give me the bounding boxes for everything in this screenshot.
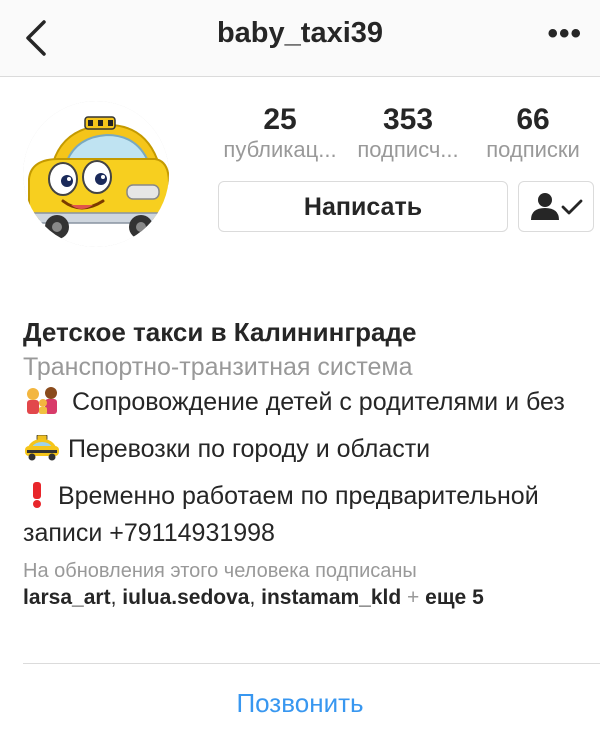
- taxi-emoji-icon: [23, 434, 61, 470]
- stat-followers-label: подписч...: [357, 137, 459, 162]
- message-button[interactable]: Написать: [218, 181, 508, 232]
- stat-followers[interactable]: 353 подписч...: [346, 103, 470, 163]
- profile-category[interactable]: Транспортно-транзитная система: [23, 348, 593, 386]
- stat-following-label: подписки: [486, 137, 580, 162]
- profile-header: baby_taxi39 •••: [0, 0, 600, 77]
- call-button[interactable]: Позвонить: [0, 688, 600, 719]
- bio-line-escort-text: Сопровождение детей с родителями и без: [71, 388, 565, 416]
- stat-followers-count: 353: [382, 103, 434, 136]
- followed-user-3[interactable]: instamam_kld: [261, 586, 401, 609]
- followed-more[interactable]: еще 5: [425, 586, 484, 609]
- followed-user-2[interactable]: iulua.sedova: [122, 586, 249, 609]
- bio-line-schedule-text: Временно работаем по предварительной зап…: [23, 482, 539, 547]
- avatar[interactable]: [23, 101, 169, 247]
- following-button[interactable]: [518, 181, 594, 232]
- bio-line-schedule: Временно работаем по предварительной зап…: [23, 480, 593, 550]
- stat-posts-label: публикац...: [223, 137, 337, 162]
- bio-line-escort: Сопровождение детей с родителями и без: [23, 386, 593, 423]
- followed-plus: +: [407, 586, 420, 609]
- bio-line-transport: Перевозки по городу и области: [23, 433, 593, 470]
- taxi-avatar-image: [23, 101, 169, 247]
- more-options-icon[interactable]: •••: [547, 14, 582, 54]
- followed-by-users[interactable]: larsa_art, iulua.sedova, instamam_kld + …: [23, 584, 593, 612]
- username-title: baby_taxi39: [216, 17, 384, 49]
- exclamation-emoji-icon: [23, 482, 51, 517]
- bio-section: Детское такси в Калининграде Транспортно…: [23, 316, 593, 612]
- divider: [23, 663, 600, 664]
- followed-by-label: На обновления этого человека подписаны: [23, 560, 417, 582]
- stat-following-count: 66: [516, 103, 550, 136]
- stat-following[interactable]: 66 подписки: [474, 103, 592, 163]
- bio-line-transport-text: Перевозки по городу и области: [67, 435, 431, 463]
- person-check-icon: [531, 193, 583, 220]
- family-emoji-icon: [23, 386, 65, 423]
- stat-posts[interactable]: 25 публикац...: [218, 103, 342, 163]
- profile-name: Детское такси в Калининграде: [23, 317, 417, 347]
- stat-posts-count: 25: [263, 103, 297, 136]
- followed-user-1[interactable]: larsa_art: [23, 586, 111, 609]
